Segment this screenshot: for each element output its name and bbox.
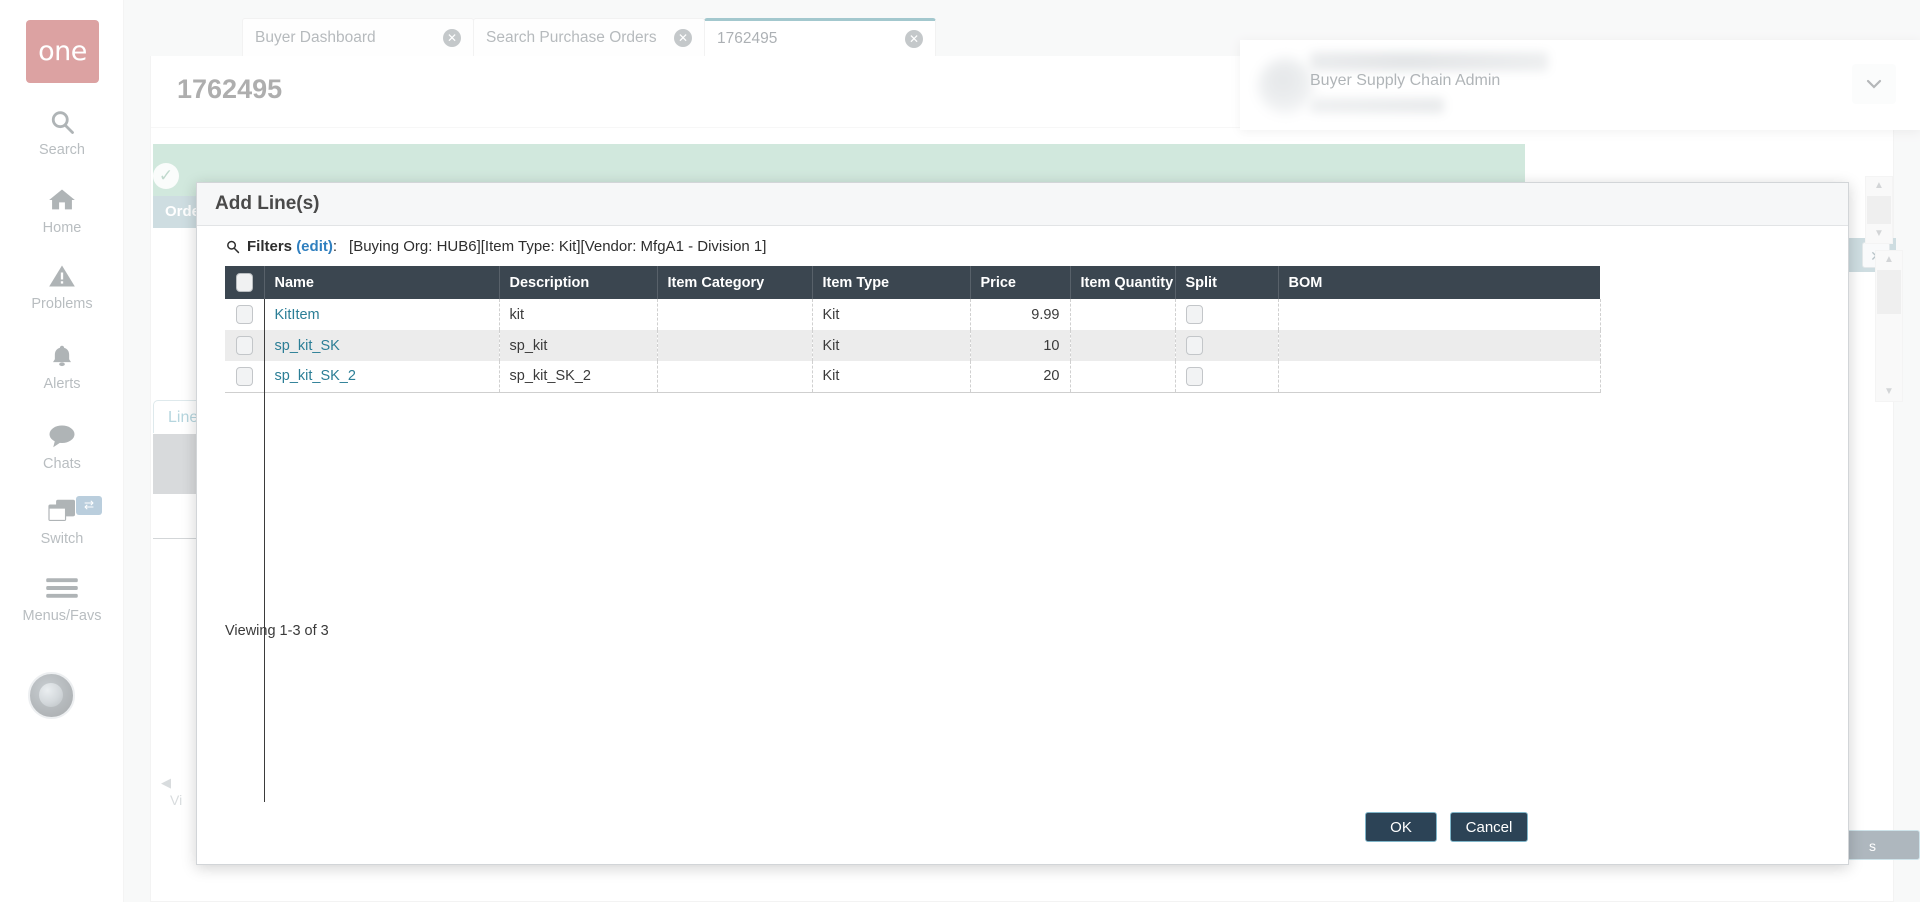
cancel-button[interactable]: Cancel	[1450, 812, 1528, 842]
dialog-header: Add Line(s)	[197, 183, 1848, 226]
cell-item-type: Kit	[812, 330, 970, 361]
cell-description: sp_kit	[499, 330, 657, 361]
cell-item-quantity[interactable]	[1070, 361, 1175, 392]
split-checkbox[interactable]	[1186, 305, 1203, 324]
cell-price: 9.99	[970, 299, 1070, 330]
dialog-footer: OK Cancel	[197, 802, 1848, 864]
search-icon	[225, 239, 240, 254]
column-header-name[interactable]: Name	[264, 266, 499, 299]
cell-bom	[1278, 299, 1600, 330]
cell-name: sp_kit_SK	[264, 330, 499, 361]
row-checkbox[interactable]	[236, 367, 253, 386]
cell-item-category	[657, 299, 812, 330]
row-checkbox[interactable]	[236, 336, 253, 355]
cell-price: 10	[970, 330, 1070, 361]
column-header-item-quantity[interactable]: Item Quantity	[1070, 266, 1175, 299]
cell-description: kit	[499, 299, 657, 330]
column-header-split[interactable]: Split	[1175, 266, 1278, 299]
cell-split[interactable]	[1175, 330, 1278, 361]
grid-left-rule	[264, 299, 265, 802]
row-select-cell[interactable]	[225, 361, 264, 392]
filters-label: Filters	[247, 238, 292, 255]
select-all-checkbox[interactable]	[236, 273, 253, 292]
column-header-description[interactable]: Description	[499, 266, 657, 299]
cell-split[interactable]	[1175, 299, 1278, 330]
select-all-header[interactable]	[225, 266, 264, 299]
cell-item-quantity[interactable]	[1070, 299, 1175, 330]
cell-bom	[1278, 330, 1600, 361]
split-checkbox[interactable]	[1186, 336, 1203, 355]
item-link[interactable]: KitItem	[275, 307, 320, 323]
filters-colon: :	[333, 238, 337, 255]
table-row[interactable]: sp_kit_SK sp_kit Kit 10	[225, 330, 1600, 361]
viewing-count: Viewing 1-3 of 3	[225, 623, 329, 639]
row-select-cell[interactable]	[225, 330, 264, 361]
filters-value: [Buying Org: HUB6][Item Type: Kit][Vendo…	[349, 238, 766, 255]
row-checkbox[interactable]	[236, 305, 253, 324]
cell-item-type: Kit	[812, 361, 970, 392]
table-row[interactable]: KitItem kit Kit 9.99	[225, 299, 1600, 330]
dialog-title: Add Line(s)	[215, 193, 320, 215]
cell-price: 20	[970, 361, 1070, 392]
ok-button[interactable]: OK	[1365, 812, 1437, 842]
cell-bom	[1278, 361, 1600, 392]
grid-header-row: Name Description Item Category Item Type…	[225, 266, 1600, 299]
filters-bar: Filters (edit) : [Buying Org: HUB6][Item…	[197, 226, 1848, 266]
items-grid: Name Description Item Category Item Type…	[225, 266, 1601, 393]
column-header-item-type[interactable]: Item Type	[812, 266, 970, 299]
cell-name: KitItem	[264, 299, 499, 330]
cell-item-quantity[interactable]	[1070, 330, 1175, 361]
cell-description: sp_kit_SK_2	[499, 361, 657, 392]
table-row[interactable]: sp_kit_SK_2 sp_kit_SK_2 Kit 20	[225, 361, 1600, 392]
column-header-item-category[interactable]: Item Category	[657, 266, 812, 299]
items-grid-wrapper: Name Description Item Category Item Type…	[225, 266, 1600, 393]
item-link[interactable]: sp_kit_SK	[275, 338, 340, 354]
cell-item-category	[657, 330, 812, 361]
cell-split[interactable]	[1175, 361, 1278, 392]
column-header-bom[interactable]: BOM	[1278, 266, 1600, 299]
column-header-price[interactable]: Price	[970, 266, 1070, 299]
cell-item-category	[657, 361, 812, 392]
split-checkbox[interactable]	[1186, 367, 1203, 386]
add-lines-dialog: Add Line(s) Filters (edit) : [Buying Org…	[196, 182, 1849, 865]
cell-item-type: Kit	[812, 299, 970, 330]
row-select-cell[interactable]	[225, 299, 264, 330]
cell-name: sp_kit_SK_2	[264, 361, 499, 392]
item-link[interactable]: sp_kit_SK_2	[275, 368, 356, 384]
filters-edit-link[interactable]: (edit)	[296, 238, 333, 255]
